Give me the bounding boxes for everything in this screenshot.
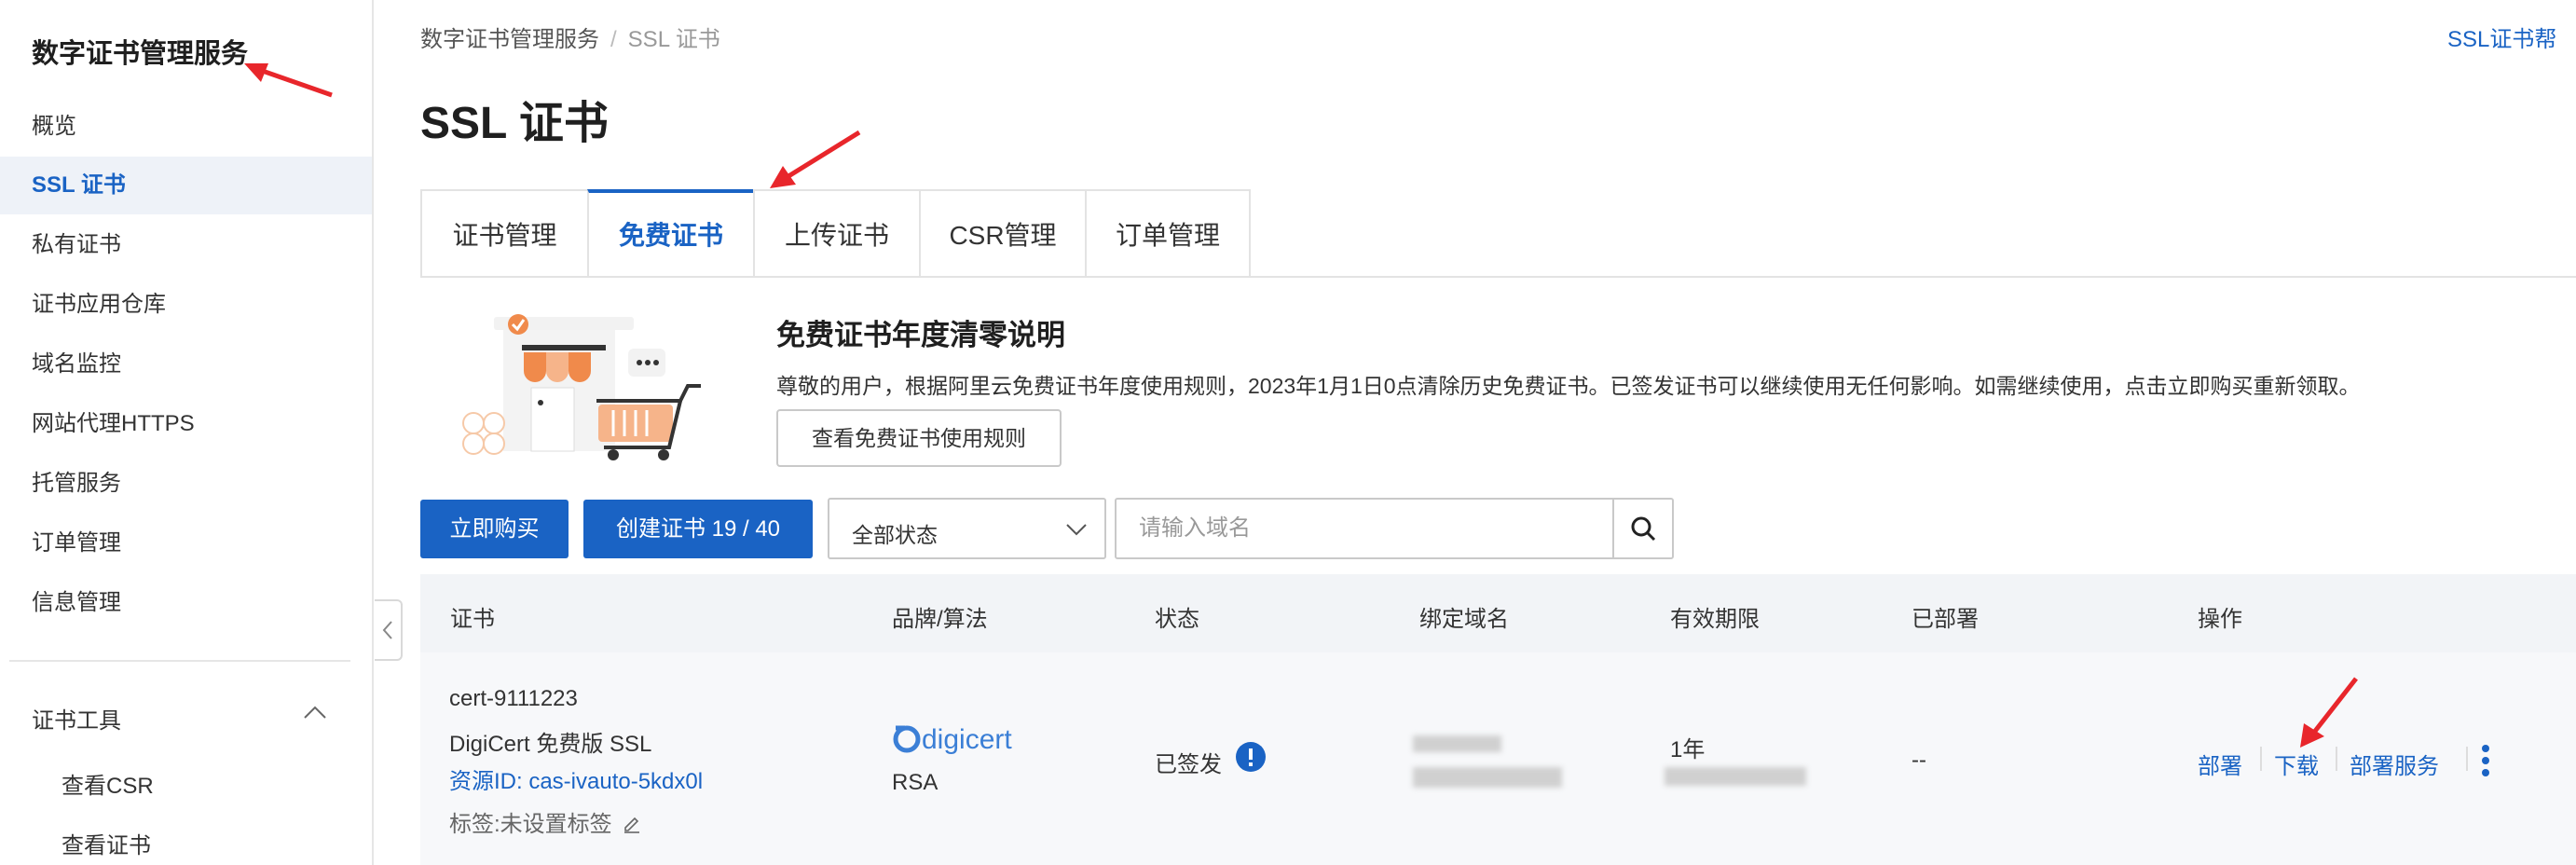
tab-upload-cert[interactable]: 上传证书 <box>753 189 919 278</box>
table-header: 证书 品牌/算法 状态 绑定域名 有效期限 已部署 操作 <box>420 574 2576 652</box>
sidebar-item-ssl-cert[interactable]: SSL 证书 <box>0 157 372 214</box>
tab-bar: 证书管理 免费证书 上传证书 CSR管理 订单管理 <box>420 189 1251 278</box>
svg-text:digicert: digicert <box>922 724 1012 755</box>
notice-text: 尊敬的用户，根据阿里云免费证书年度使用规则，2023年1月1日0点清除历史免费证… <box>776 374 2361 398</box>
deployed-count: -- <box>1911 748 1926 773</box>
view-rules-button[interactable]: 查看免费证书使用规则 <box>776 409 1062 467</box>
column-header-cert: 证书 <box>450 607 495 632</box>
domain-redacted <box>1413 735 1501 752</box>
resource-id-link[interactable]: 资源ID: cas-ivauto-5kdx0l <box>449 762 703 795</box>
sidebar-item-domain-monitor[interactable]: 域名监控 <box>0 336 372 393</box>
status-select-value: 全部状态 <box>852 523 938 547</box>
sidebar-item-https-proxy[interactable]: 网站代理HTTPS <box>0 395 372 453</box>
search-icon <box>1631 516 1656 542</box>
cert-name: cert-9111223 <box>449 686 578 711</box>
sidebar-item-cert-repo[interactable]: 证书应用仓库 <box>0 276 372 334</box>
domain-redacted <box>1413 767 1562 788</box>
column-header-validity: 有效期限 <box>1670 607 1760 632</box>
more-actions-icon[interactable] <box>2479 742 2492 779</box>
deploy-link[interactable]: 部署 <box>2198 748 2242 780</box>
shopping-cart-illustration <box>462 314 701 460</box>
column-header-status: 状态 <box>1155 607 1199 632</box>
digicert-logo: digicert <box>893 724 1012 755</box>
sidebar-group-cert-tools[interactable]: 证书工具 <box>32 702 121 735</box>
tab-cert-management[interactable]: 证书管理 <box>420 189 587 278</box>
cert-tag[interactable]: 标签:未设置标签 <box>449 805 642 838</box>
sidebar-title: 数字证书管理服务 <box>32 39 249 69</box>
sidebar-collapse-button[interactable] <box>375 599 403 661</box>
chevron-down-icon <box>1066 524 1087 536</box>
search-button[interactable] <box>1612 500 1672 557</box>
breadcrumb-current: SSL 证书 <box>627 27 720 52</box>
sidebar: 数字证书管理服务 概览 SSL 证书 私有证书 证书应用仓库 域名监控 网站代理… <box>0 0 374 865</box>
annotation-arrow-icon <box>770 130 861 188</box>
validity-date-redacted <box>1665 767 1806 786</box>
domain-search-input[interactable] <box>1117 500 1614 557</box>
deploy-service-link[interactable]: 部署服务 <box>2350 748 2439 780</box>
brand-logo: digicert <box>892 720 1041 765</box>
page-title: SSL 证书 <box>420 99 609 148</box>
sidebar-divider <box>9 660 350 662</box>
tab-free-cert[interactable]: 免费证书 <box>587 189 753 278</box>
info-alert-icon[interactable] <box>1235 741 1267 773</box>
notice-title: 免费证书年度清零说明 <box>776 319 1065 351</box>
chevron-up-icon[interactable] <box>302 703 328 721</box>
chevron-left-icon <box>382 621 392 639</box>
create-cert-button[interactable]: 创建证书 19 / 40 <box>583 500 813 558</box>
sidebar-item-orders[interactable]: 订单管理 <box>0 515 372 572</box>
sidebar-item-view-cert[interactable]: 查看证书 <box>62 827 151 859</box>
status-select[interactable]: 全部状态 <box>828 498 1106 559</box>
buy-now-button[interactable]: 立即购买 <box>420 500 569 558</box>
column-header-deployed: 已部署 <box>1911 607 1979 632</box>
action-divider <box>2260 747 2262 771</box>
tab-csr-management[interactable]: CSR管理 <box>919 189 1085 278</box>
sidebar-item-overview[interactable]: 概览 <box>0 98 372 156</box>
column-header-domain: 绑定域名 <box>1419 607 1509 632</box>
annotation-arrow-icon <box>2300 677 2358 748</box>
validity-period: 1年 <box>1670 737 1706 762</box>
breadcrumb: 数字证书管理服务 / SSL 证书 <box>420 21 720 53</box>
annotation-arrow-icon <box>244 63 333 98</box>
sidebar-item-view-csr[interactable]: 查看CSR <box>62 767 154 800</box>
sidebar-item-hosting[interactable]: 托管服务 <box>0 455 372 513</box>
cert-type: DigiCert 免费版 SSL <box>449 732 652 757</box>
sidebar-item-info[interactable]: 信息管理 <box>0 574 372 632</box>
tabs-underline <box>420 276 2576 278</box>
search-box <box>1115 498 1674 559</box>
status-text: 已签发 <box>1155 752 1222 777</box>
column-header-brand: 品牌/算法 <box>892 607 988 632</box>
table-row <box>420 652 2576 865</box>
breadcrumb-separator: / <box>610 27 617 52</box>
edit-icon[interactable] <box>622 814 642 834</box>
tab-order-management[interactable]: 订单管理 <box>1085 189 1251 278</box>
column-header-actions: 操作 <box>2198 607 2242 632</box>
download-link[interactable]: 下载 <box>2274 748 2319 780</box>
sidebar-item-private-cert[interactable]: 私有证书 <box>0 216 372 274</box>
ssl-help-link[interactable]: SSL证书帮 <box>2447 21 2556 53</box>
breadcrumb-root[interactable]: 数字证书管理服务 <box>420 27 599 52</box>
action-divider <box>2466 747 2468 771</box>
cert-tag-label: 标签:未设置标签 <box>449 812 612 837</box>
algorithm: RSA <box>892 770 939 795</box>
